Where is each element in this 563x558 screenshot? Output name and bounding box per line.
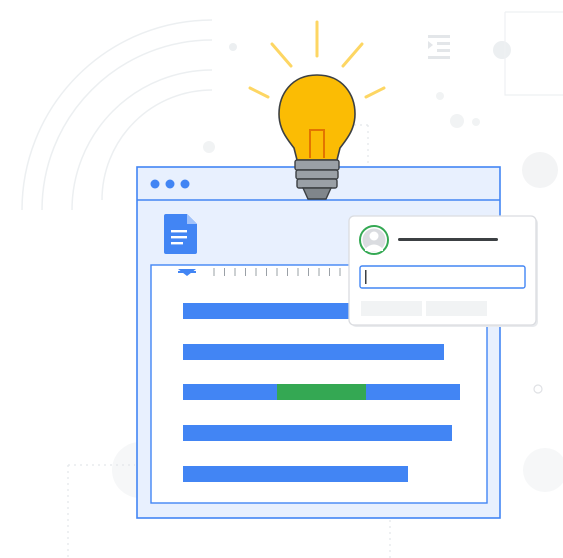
decor-ring [533,384,543,394]
decor-dot [229,43,237,51]
indent-list-bar [437,49,450,52]
comment-popup [348,215,538,327]
cancel-button[interactable] [426,301,487,316]
docs-file-line [171,230,187,233]
decor-dot [203,141,215,153]
avatar-head [369,231,379,241]
text-line [183,466,408,482]
docs-idea-illustration [21,11,563,558]
bulb-glass [278,74,356,161]
indent-list-bar [428,35,450,38]
comment-input[interactable] [359,265,526,289]
comment-input-box [359,265,526,289]
text-line [183,303,349,319]
text-cursor [365,270,367,284]
indent-list-arrow [428,41,433,49]
text-line [183,344,444,360]
light-ray [248,86,270,99]
light-ray [270,42,293,68]
comment-button[interactable] [361,301,422,316]
indent-marker-bar [178,271,196,273]
commenter-name-placeholder [398,238,498,241]
bulb-base-ring [296,178,338,189]
light-ray [364,86,386,99]
decor-dot [493,41,511,59]
decor-dot [472,118,480,126]
docs-file-icon [164,214,197,254]
avatar [359,225,389,255]
decor-dot [436,92,444,100]
decor-corner-frame [504,11,563,96]
bulb-base-tip [301,187,333,200]
indent-list-bar [437,42,450,45]
window-controls [150,179,190,189]
docs-file-line [171,242,183,245]
indent-list-bar [428,56,450,59]
window-dot [180,179,190,189]
window-dot [150,179,160,189]
window-dot [165,179,175,189]
indent-list-icon [428,35,450,59]
decor-blob [523,448,563,492]
light-ray [341,42,364,68]
bulb-base-ring [295,169,339,180]
text-line [183,425,452,441]
illustration-canvas [0,0,563,558]
docs-file-line [171,236,187,239]
decor-dot [450,114,464,128]
bulb-base-ring [294,159,340,171]
highlighted-text-selection [277,384,366,400]
decor-dot [522,152,558,188]
